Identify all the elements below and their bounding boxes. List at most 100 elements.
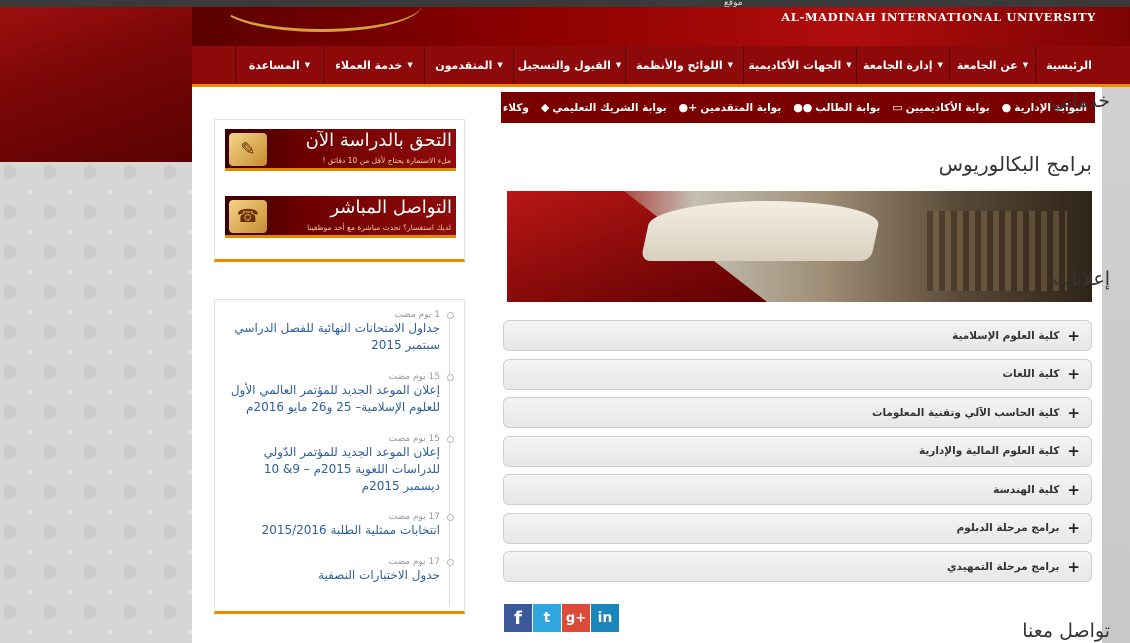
accordion-item-3[interactable]: + كلية العلوم المالية والإدارية bbox=[503, 435, 1092, 467]
scroll-icon: ✎ bbox=[229, 133, 267, 166]
plus-icon: + bbox=[1067, 365, 1080, 383]
main-nav: الرئيسية عن الجامعة ▼ إدارة الجامعة ▼ الجهات … bbox=[192, 46, 1102, 87]
service-subtitle: ملء الاستمارة يحتاج لأقل من 10 دقائق ! bbox=[322, 156, 451, 165]
caret-down-icon: ▼ bbox=[497, 61, 503, 69]
announcement-item: 17 يوم مضت جدول الاختبارات النصفية bbox=[228, 557, 440, 584]
portal-link-5[interactable]: ♟ وكلاء التسويق bbox=[444, 101, 529, 114]
banner-library-shelves bbox=[927, 211, 1067, 291]
university-name: AL-MADINAH INTERNATIONAL UNIVERSITY bbox=[781, 10, 1096, 24]
nav-item-5[interactable]: القبول والتسجيل ▼ bbox=[513, 46, 625, 84]
caret-down-icon: ▼ bbox=[615, 61, 622, 69]
announcement-date: 17 يوم مضت bbox=[388, 512, 440, 522]
nav-item-3[interactable]: الجهات الأكاديمية ▼ bbox=[743, 46, 856, 84]
accordion-label: كلية العلوم الإسلامية bbox=[952, 329, 1060, 342]
accordion-label: كلية الحاسب الآلي وتقنية المعلومات bbox=[871, 406, 1060, 419]
google-plus-icon[interactable]: g+ bbox=[562, 604, 590, 632]
accordion-label: كلية العلوم المالية والإدارية bbox=[918, 445, 1060, 457]
graduation-cap-icon: ◆ bbox=[540, 101, 550, 114]
accordion-label: كلية الهندسة bbox=[993, 483, 1060, 496]
accordion-item-5[interactable]: + برامج مرحلة الدبلوم bbox=[503, 512, 1092, 544]
service-button-1[interactable]: ☎ التواصل المباشر لديك استفسار؟ تحدث مباشر… bbox=[225, 196, 456, 238]
nav-item-label: اللوائح والأنظمة bbox=[635, 58, 723, 72]
facebook-icon[interactable]: f bbox=[504, 604, 532, 632]
users-icon: ●● bbox=[793, 101, 813, 114]
plus-icon: + bbox=[1067, 403, 1080, 422]
nav-item-1[interactable]: عن الجامعة ▼ bbox=[949, 46, 1035, 84]
timeline-dot bbox=[447, 374, 454, 381]
nav-item-4[interactable]: اللوائح والأنظمة ▼ bbox=[625, 46, 743, 84]
portal-label: بوابة الشريك التعليمي bbox=[552, 101, 667, 114]
caret-down-icon: ▼ bbox=[727, 61, 734, 69]
background-red-panel bbox=[0, 0, 192, 162]
accordion-item-1[interactable]: + كلية اللغات bbox=[503, 358, 1092, 390]
service-subtitle: لديك استفسار؟ تحدث مباشرة مع أحد موظفينا bbox=[307, 223, 451, 232]
portal-link-1[interactable]: ▭ بوابة الأكاديميين bbox=[892, 101, 989, 114]
nav-item-label: الرئيسية bbox=[1046, 58, 1092, 72]
announcement-date: 15 يوم مضت bbox=[388, 434, 440, 444]
nav-item-7[interactable]: خدمة العملاء ▼ bbox=[323, 46, 424, 84]
announcement-link[interactable]: جدول الاختبارات النصفية bbox=[228, 567, 440, 584]
caret-down-icon: ▼ bbox=[304, 61, 311, 69]
timeline-dot bbox=[447, 436, 454, 443]
background-pattern bbox=[0, 162, 192, 643]
announcement-link[interactable]: إعلان الموعد الجديد للمؤتمر الدّولي للدر… bbox=[228, 444, 440, 495]
person-icon: ♟ bbox=[443, 101, 454, 114]
announcement-link[interactable]: جداول الامتحانات النهائية للفصل الدراسي … bbox=[228, 320, 440, 354]
accordion-item-0[interactable]: + كلية العلوم الإسلامية bbox=[503, 320, 1092, 351]
announcement-item: 15 يوم مضت إعلان الموعد الجديد للمؤتمر ال… bbox=[228, 434, 440, 495]
portal-label: وكلاء التسويق bbox=[456, 101, 529, 114]
site-header: AL-MADINAH INTERNATIONAL UNIVERSITY bbox=[192, 7, 1130, 46]
nav-item-2[interactable]: إدارة الجامعة ▼ bbox=[856, 46, 949, 84]
service-button-0[interactable]: ✎ التحق بالدراسة الآن ملء الاستمارة يحتاج … bbox=[225, 129, 456, 171]
caret-down-icon: ▼ bbox=[846, 61, 852, 69]
accordion-item-4[interactable]: + كلية الهندسة bbox=[503, 474, 1092, 505]
announcement-link[interactable]: إعلان الموعد الجديد للمؤتمر العالمي الأو… bbox=[228, 382, 440, 416]
nav-item-label: المساعدة bbox=[248, 58, 300, 72]
accordion-item-6[interactable]: + برامج مرحلة التمهيدي bbox=[503, 551, 1092, 582]
programs-accordion: + كلية العلوم الإسلامية + كلية اللغات + كلية … bbox=[503, 320, 1092, 590]
linkedin-icon[interactable]: in bbox=[591, 604, 619, 632]
social-links: f t g+ in bbox=[504, 604, 619, 632]
page-title: برامج البكالوريوس bbox=[938, 152, 1092, 176]
services-title: خدماتي bbox=[1051, 90, 1110, 112]
portal-label: بوابة الأكاديميين bbox=[905, 101, 990, 114]
nav-item-label: عن الجامعة bbox=[956, 58, 1018, 72]
portal-label: بوابة المتقدمين bbox=[700, 101, 782, 114]
accordion-item-2[interactable]: + كلية الحاسب الآلي وتقنية المعلومات bbox=[503, 397, 1092, 428]
top-strip: ﻣﻮﻗﻊ bbox=[0, 0, 1130, 8]
accordion-label: كلية اللغات bbox=[1002, 368, 1060, 380]
twitter-icon[interactable]: t bbox=[533, 604, 561, 632]
headset-icon: ☎ bbox=[229, 200, 267, 233]
nav-item-label: خدمة العملاء bbox=[335, 58, 403, 72]
timeline-dot bbox=[447, 514, 454, 521]
portal-link-3[interactable]: ●+ بوابة المتقدمين bbox=[679, 101, 782, 114]
plus-icon: + bbox=[1067, 519, 1080, 537]
announcement-date: 17 يوم مضت bbox=[388, 557, 440, 567]
announcement-date: 15 يوم مضت bbox=[388, 372, 440, 382]
announcement-item: 17 يوم مضت انتخابات ممثلية الطلبة 2015/20… bbox=[228, 512, 440, 539]
caret-down-icon: ▼ bbox=[1022, 61, 1029, 69]
announcements-title: إعلانات bbox=[1053, 268, 1110, 290]
plus-icon: + bbox=[1067, 480, 1080, 499]
nav-item-0[interactable]: الرئيسية bbox=[1035, 46, 1102, 84]
nav-item-6[interactable]: المتقدمون ▼ bbox=[424, 46, 513, 84]
topbar-mini-text: ﻣﻮﻗﻊ bbox=[724, 0, 743, 8]
services-box: ✎ التحق بالدراسة الآن ملء الاستمارة يحتاج … bbox=[214, 119, 465, 262]
plus-icon: + bbox=[1067, 442, 1080, 460]
laptop-icon: ▭ bbox=[892, 101, 903, 114]
nav-item-label: القبول والتسجيل bbox=[517, 58, 611, 72]
caret-down-icon: ▼ bbox=[407, 61, 413, 69]
logo-swoosh bbox=[220, 7, 422, 32]
announcements-box: 1 يوم مضت جداول الامتحانات النهائية للفصل… bbox=[214, 299, 465, 614]
service-title: التواصل المباشر bbox=[330, 197, 452, 218]
portal-label: بوابة الطالب bbox=[815, 101, 881, 114]
nav-right-strip bbox=[1102, 46, 1130, 87]
service-title: التحق بالدراسة الآن bbox=[305, 130, 452, 151]
nav-item-8[interactable]: المساعدة ▼ bbox=[235, 46, 323, 84]
accordion-label: برامج مرحلة الدبلوم bbox=[956, 522, 1060, 534]
portal-link-2[interactable]: ●● بوابة الطالب bbox=[793, 101, 880, 114]
timeline-dot bbox=[447, 559, 454, 566]
portal-link-4[interactable]: ◆ بوابة الشريك التعليمي bbox=[541, 101, 667, 114]
announcement-link[interactable]: انتخابات ممثلية الطلبة 2015/2016 bbox=[228, 522, 440, 539]
contact-title: تواصل معنا bbox=[1022, 620, 1110, 642]
